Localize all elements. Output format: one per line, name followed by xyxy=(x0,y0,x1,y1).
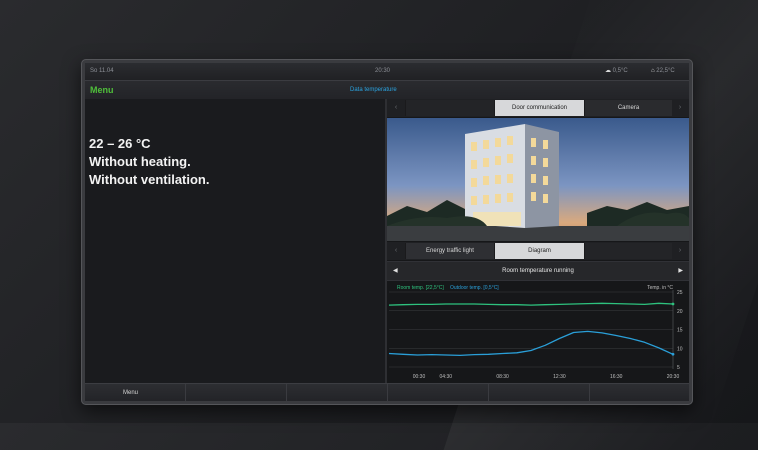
indoor-temp-value: 22,5°C xyxy=(656,68,675,74)
y-tick-label-0: 25 xyxy=(677,290,683,296)
info-prev-arrow[interactable]: ‹ xyxy=(387,242,405,260)
outdoor-temp: ☁ 0,5°C xyxy=(605,63,628,80)
indoor-temp: ⌂ 22,5°C xyxy=(651,63,675,80)
bottom-menu-button[interactable]: Menu xyxy=(85,384,186,401)
status-bar: So 11.04 20:30 ☁ 0,5°C ⌂ 22,5°C xyxy=(85,63,689,80)
diagram-selector: ◀ Room temperature running ▶ xyxy=(387,261,689,281)
x-tick-label-1: 04:30 xyxy=(440,374,453,380)
info-tab-empty xyxy=(584,243,672,259)
y-tick-label-1: 20 xyxy=(677,309,683,315)
media-next-arrow[interactable]: › xyxy=(671,99,689,117)
x-tick-label-4: 16:30 xyxy=(610,374,623,380)
tab-diagram[interactable]: Diagram xyxy=(494,243,584,259)
selector-label: Room temperature running xyxy=(502,268,574,274)
x-tick-label-5: 20:30 xyxy=(667,374,680,380)
media-tab-empty xyxy=(405,100,494,116)
legend-outdoor: Outdoor temp. [0,5°C] xyxy=(450,285,499,291)
series-endpoint-1 xyxy=(671,352,675,356)
x-tick-label-0: 00:30 xyxy=(413,374,426,380)
series-endpoint-0 xyxy=(671,302,675,306)
title-bar: Menu Data temperature xyxy=(85,80,689,100)
info-line-ventilation: Without ventilation. xyxy=(89,172,210,187)
bottom-slot-2[interactable] xyxy=(186,384,287,401)
legend-room: Room temp. [22,5°C] xyxy=(397,285,444,291)
series-line-0 xyxy=(388,302,674,306)
info-line-heating: Without heating. xyxy=(89,154,191,169)
bottom-slot-3[interactable] xyxy=(287,384,388,401)
status-time: 20:30 xyxy=(375,68,391,74)
bottom-menu-label: Menu xyxy=(123,390,139,396)
outdoor-temp-value: 0,5°C xyxy=(612,68,628,74)
media-panel: ‹ Door communication Camera › ‹ Energy t… xyxy=(387,99,689,383)
status-date: So 11.04 xyxy=(90,68,114,74)
y-tick-label-4: 5 xyxy=(677,365,680,371)
y-axis-label: Temp. in °C xyxy=(647,285,673,291)
info-panel: 22 – 26 °C Without heating. Without vent… xyxy=(85,99,387,383)
touch-screen: So 11.04 20:30 ☁ 0,5°C ⌂ 22,5°C Menu Dat… xyxy=(85,63,689,401)
info-tabs: ‹ Energy traffic light Diagram › xyxy=(387,242,689,260)
selector-next-icon[interactable]: ▶ xyxy=(678,262,683,280)
bottom-slot-4[interactable] xyxy=(388,384,489,401)
menu-button[interactable]: Menu xyxy=(90,81,114,99)
y-tick-label-3: 10 xyxy=(677,346,683,352)
building-camera-image xyxy=(387,118,689,241)
temperature-chart-svg: Room temp. [22,5°C] Outdoor temp. [0,5°C… xyxy=(388,285,683,380)
x-tick-label-2: 08:30 xyxy=(496,374,509,380)
tab-energy-traffic-light[interactable]: Energy traffic light xyxy=(405,243,494,259)
tab-door-communication[interactable]: Door communication xyxy=(494,100,584,116)
bottom-bar: Menu xyxy=(85,383,689,401)
house-icon: ⌂ xyxy=(651,68,655,74)
temperature-chart: Room temp. [22,5°C] Outdoor temp. [0,5°C… xyxy=(387,280,689,383)
temperature-info: 22 – 26 °C Without heating. Without vent… xyxy=(89,135,209,189)
y-tick-label-2: 15 xyxy=(677,328,683,334)
x-tick-label-3: 12:30 xyxy=(553,374,566,380)
tab-camera[interactable]: Camera xyxy=(584,100,672,116)
page-title: Data temperature xyxy=(350,87,397,93)
media-prev-arrow[interactable]: ‹ xyxy=(387,99,405,117)
building-photo xyxy=(387,118,689,241)
outdoor-temp-icon: ☁ xyxy=(605,68,611,74)
bottom-slot-5[interactable] xyxy=(489,384,590,401)
info-next-arrow[interactable]: › xyxy=(671,242,689,260)
info-line-range: 22 – 26 °C xyxy=(89,136,151,151)
series-line-1 xyxy=(388,330,674,357)
device-frame: So 11.04 20:30 ☁ 0,5°C ⌂ 22,5°C Menu Dat… xyxy=(81,59,693,405)
media-tabs: ‹ Door communication Camera › xyxy=(387,99,689,117)
